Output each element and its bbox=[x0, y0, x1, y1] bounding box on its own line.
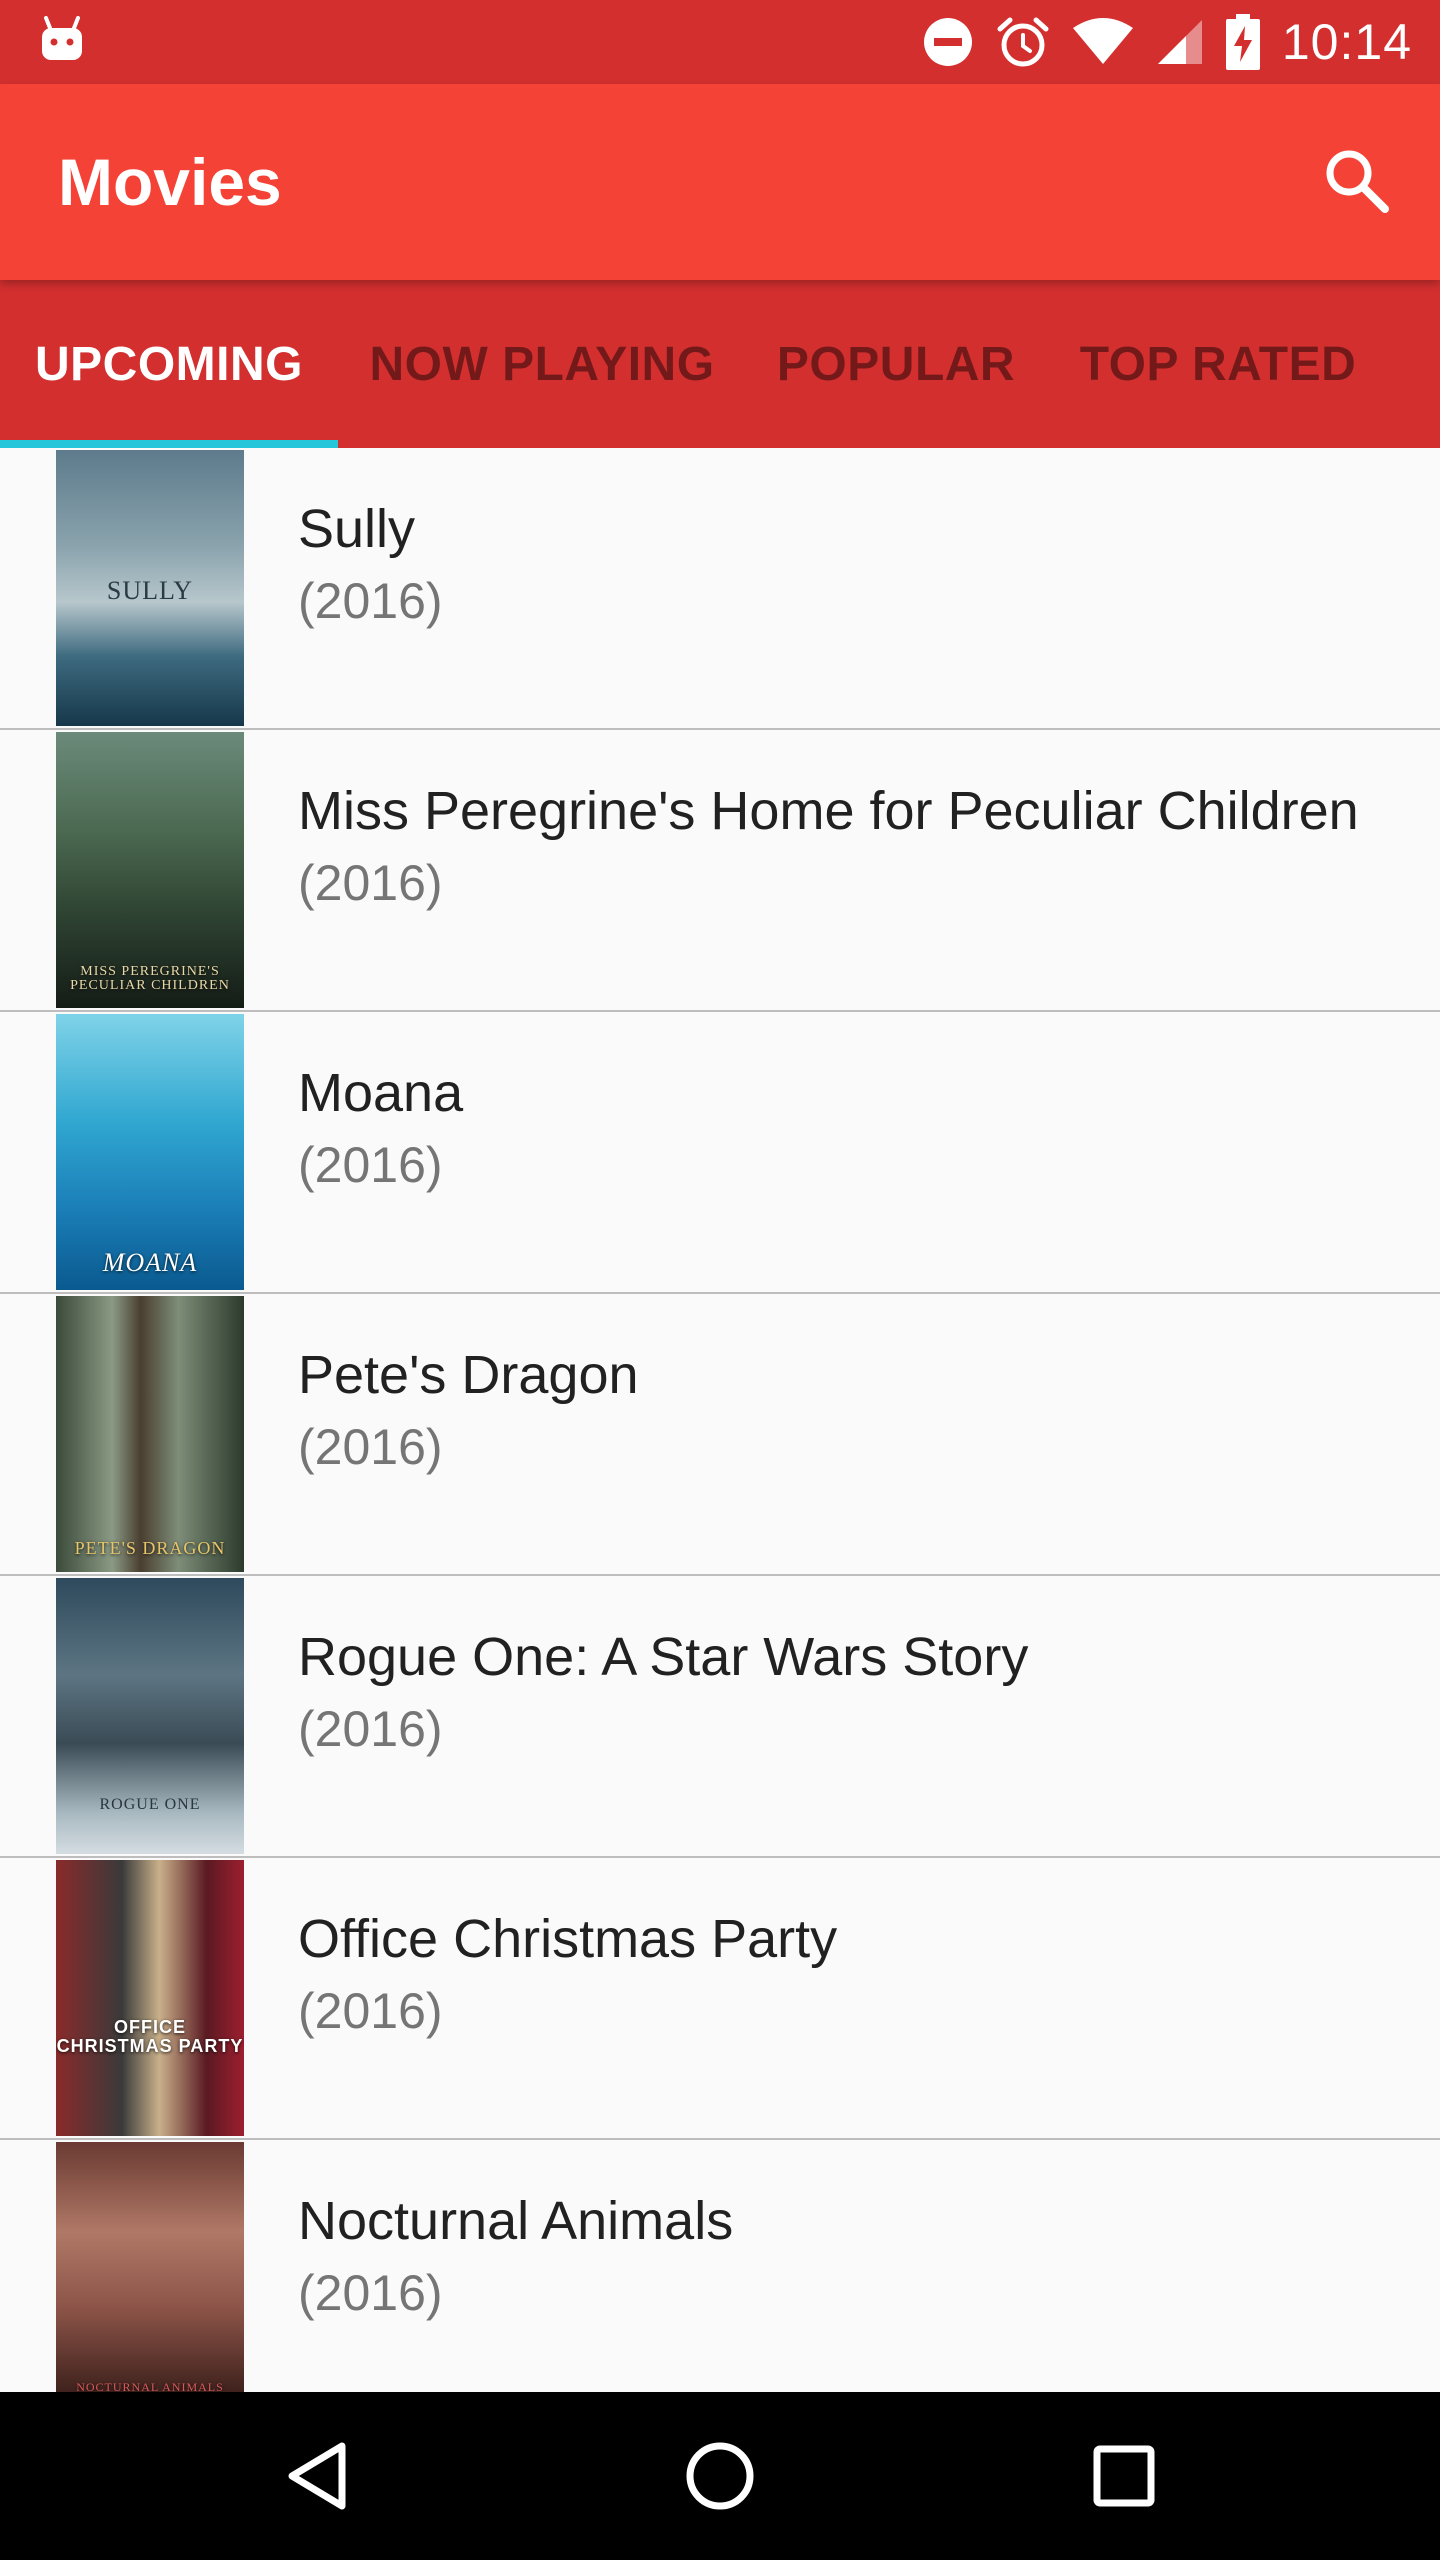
movie-title: Miss Peregrine's Home for Peculiar Child… bbox=[298, 781, 1359, 841]
wifi-icon bbox=[1072, 18, 1134, 66]
screen: 10:14 Movies UPCOMING NOW PLAYING POPULA… bbox=[0, 0, 1440, 2560]
battery-charging-icon bbox=[1225, 14, 1260, 70]
movie-poster: MOANA bbox=[56, 1014, 244, 1290]
movie-poster: OFFICE CHRISTMAS PARTY bbox=[56, 1860, 244, 2136]
movie-poster: SULLY bbox=[56, 450, 244, 726]
home-button[interactable] bbox=[670, 2426, 770, 2526]
cell-signal-icon bbox=[1156, 18, 1204, 66]
navigation-bar bbox=[0, 2392, 1440, 2560]
movie-title: Pete's Dragon bbox=[298, 1345, 639, 1405]
recents-icon bbox=[1093, 2445, 1155, 2507]
tab-bar: UPCOMING NOW PLAYING POPULAR TOP RATED bbox=[0, 280, 1440, 448]
do-not-disturb-icon bbox=[922, 16, 974, 68]
list-item[interactable]: SULLY Sully (2016) bbox=[0, 448, 1440, 730]
app-bar: Movies bbox=[0, 84, 1440, 280]
movie-title: Rogue One: A Star Wars Story bbox=[298, 1627, 1029, 1687]
tab-top-rated[interactable]: TOP RATED bbox=[1046, 280, 1390, 448]
recents-button[interactable] bbox=[1074, 2426, 1174, 2526]
list-item[interactable]: OFFICE CHRISTMAS PARTY Office Christmas … bbox=[0, 1858, 1440, 2140]
movie-year: (2016) bbox=[298, 1701, 443, 1757]
search-icon bbox=[1326, 150, 1389, 213]
back-icon bbox=[288, 2442, 346, 2510]
alarm-icon bbox=[996, 15, 1050, 69]
movie-title: Sully bbox=[298, 499, 416, 559]
poster-caption: MISS PEREGRINE'S PECULIAR CHILDREN bbox=[70, 963, 230, 994]
poster-caption: OFFICE CHRISTMAS PARTY bbox=[56, 2017, 244, 2057]
movie-list[interactable]: SULLY Sully (2016) MISS PEREGRINE'S PECU… bbox=[0, 448, 1440, 2400]
home-icon bbox=[686, 2442, 754, 2510]
poster-caption: ROGUE ONE bbox=[99, 1796, 201, 1814]
app-title: Movies bbox=[58, 145, 282, 219]
list-item[interactable]: MOANA Moana (2016) bbox=[0, 1012, 1440, 1294]
movie-poster: PETE'S DRAGON bbox=[56, 1296, 244, 1572]
list-item[interactable]: PETE'S DRAGON Pete's Dragon (2016) bbox=[0, 1294, 1440, 1576]
list-item[interactable]: NOCTURNAL ANIMALS Nocturnal Animals (201… bbox=[0, 2140, 1440, 2400]
search-button[interactable] bbox=[1314, 138, 1398, 222]
movie-year: (2016) bbox=[298, 1137, 443, 1193]
android-notification-icon bbox=[40, 16, 84, 64]
movie-year: (2016) bbox=[298, 573, 443, 629]
status-bar: 10:14 bbox=[0, 0, 1440, 84]
tab-now-playing[interactable]: NOW PLAYING bbox=[338, 280, 746, 448]
poster-caption: SULLY bbox=[106, 575, 194, 605]
movie-year: (2016) bbox=[298, 1983, 443, 2039]
movie-poster: NOCTURNAL ANIMALS bbox=[56, 2142, 244, 2398]
back-button[interactable] bbox=[266, 2426, 366, 2526]
movie-poster: ROGUE ONE bbox=[56, 1578, 244, 1854]
movie-year: (2016) bbox=[298, 855, 443, 911]
status-clock: 10:14 bbox=[1281, 14, 1412, 70]
movie-title: Moana bbox=[298, 1063, 464, 1123]
tab-indicator bbox=[0, 440, 338, 448]
list-item[interactable]: MISS PEREGRINE'S PECULIAR CHILDREN Miss … bbox=[0, 730, 1440, 1012]
movie-year: (2016) bbox=[298, 1419, 443, 1475]
poster-caption: PETE'S DRAGON bbox=[74, 1538, 226, 1559]
movie-year: (2016) bbox=[298, 2265, 443, 2321]
tab-upcoming[interactable]: UPCOMING bbox=[0, 280, 338, 448]
movie-poster: MISS PEREGRINE'S PECULIAR CHILDREN bbox=[56, 732, 244, 1008]
movie-title: Nocturnal Animals bbox=[298, 2191, 734, 2251]
movie-title: Office Christmas Party bbox=[298, 1909, 838, 1969]
list-item[interactable]: ROGUE ONE Rogue One: A Star Wars Story (… bbox=[0, 1576, 1440, 1858]
status-icons: 10:14 bbox=[922, 0, 1412, 84]
poster-caption: MOANA bbox=[102, 1247, 198, 1277]
tab-popular[interactable]: POPULAR bbox=[746, 280, 1046, 448]
